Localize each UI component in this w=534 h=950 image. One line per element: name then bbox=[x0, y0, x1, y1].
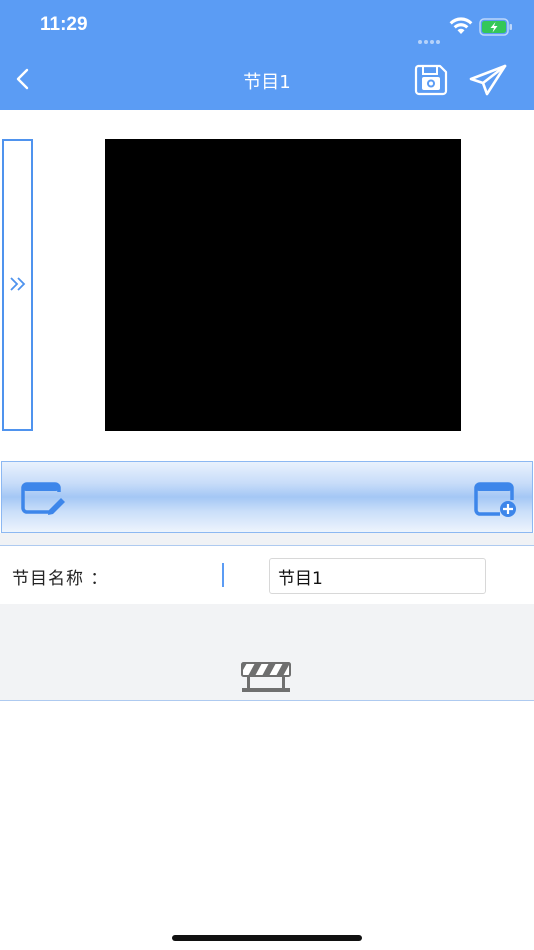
double-chevron-right-icon bbox=[10, 277, 26, 291]
save-icon[interactable] bbox=[414, 64, 448, 96]
page-title: 节目1 bbox=[243, 72, 291, 93]
side-panel-toggle[interactable] bbox=[2, 139, 33, 431]
empty-content-area bbox=[0, 604, 534, 700]
status-time: 11:29 bbox=[40, 14, 88, 35]
toolbar bbox=[1, 461, 533, 533]
top-bar: 11:29 节目1 bbox=[0, 0, 534, 110]
send-icon[interactable] bbox=[468, 63, 508, 97]
add-window-icon[interactable] bbox=[474, 482, 518, 518]
empty-area-bottom-line bbox=[0, 700, 534, 701]
barrier-icon bbox=[241, 662, 291, 692]
wifi-icon bbox=[449, 17, 473, 34]
program-name-label: 节目名称 ： bbox=[12, 569, 109, 589]
program-name-input[interactable] bbox=[269, 558, 486, 594]
section-separator bbox=[0, 533, 534, 545]
signal-dots-icon bbox=[418, 29, 444, 44]
program-preview[interactable] bbox=[105, 139, 461, 431]
program-name-row: 节目名称 ： bbox=[0, 546, 534, 604]
back-icon[interactable] bbox=[10, 64, 36, 94]
battery-charging-icon bbox=[479, 18, 512, 36]
home-indicator bbox=[172, 935, 362, 941]
field-divider bbox=[222, 563, 224, 587]
edit-window-icon[interactable] bbox=[21, 482, 67, 516]
